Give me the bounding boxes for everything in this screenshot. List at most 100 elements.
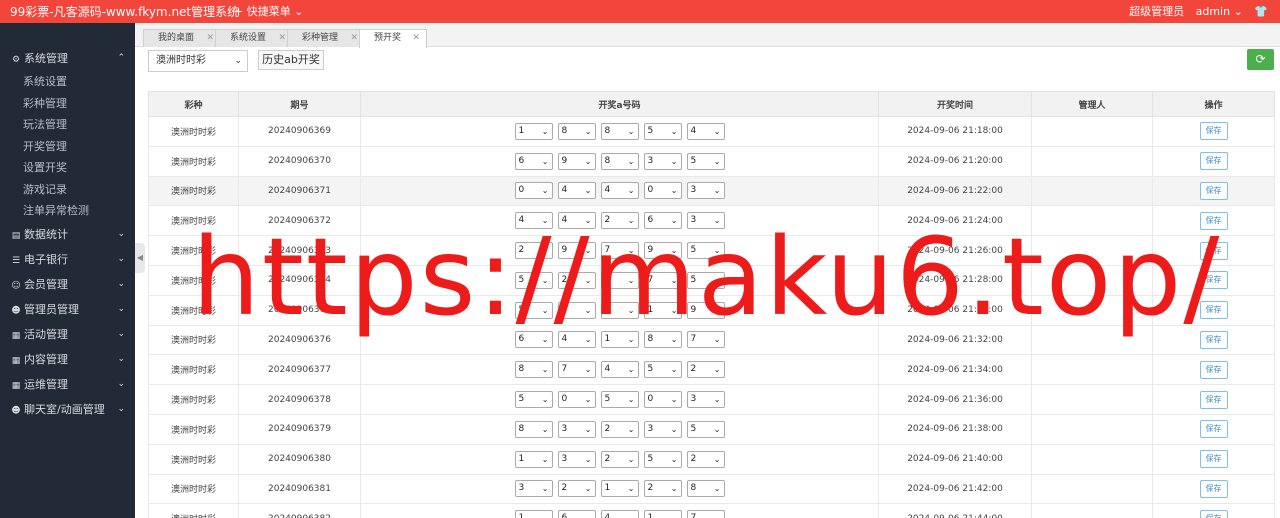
sidebar-group[interactable]: ☺ 会员管理 ⌄ bbox=[0, 272, 135, 297]
quick-menu-button[interactable]: + 快捷菜单 ⌄ bbox=[234, 3, 303, 19]
sidebar-group[interactable]: ▦ 活动管理 ⌄ bbox=[0, 322, 135, 347]
digit-select[interactable]: 2 ⌄ bbox=[557, 271, 596, 289]
digit-select[interactable]: 7⌄ bbox=[600, 271, 639, 289]
save-button[interactable]: 保存 bbox=[1199, 420, 1228, 439]
user-menu[interactable]: admin ⌄ bbox=[1196, 5, 1243, 18]
save-button[interactable]: 保存 bbox=[1199, 330, 1228, 349]
history-ab-draw-button[interactable]: 历史ab开奖 bbox=[258, 50, 324, 70]
tab-system-settings[interactable]: 系统设置 ✕ bbox=[215, 29, 293, 47]
digit-select[interactable]: 3 ⌄ bbox=[643, 420, 682, 438]
sidebar-group[interactable]: ☻ 管理员管理 ⌄ bbox=[0, 297, 135, 322]
digit-select[interactable]: 3 ⌄ bbox=[686, 391, 725, 409]
digit-select[interactable]: 0 ⌄ bbox=[643, 391, 682, 409]
digit-select[interactable]: 4⌄ bbox=[557, 182, 596, 200]
digit-select[interactable]: 5 ⌄ bbox=[643, 122, 682, 140]
digit-select[interactable]: 3 ⌄ bbox=[686, 182, 725, 200]
sidebar-subitem[interactable]: 游戏记录 bbox=[0, 179, 135, 201]
digit-select[interactable]: 8 ⌄ bbox=[557, 122, 596, 140]
digit-select[interactable]: 8 ⌄ bbox=[600, 152, 639, 170]
digit-select[interactable]: 8 ⌄ bbox=[514, 361, 553, 379]
digit-select[interactable]: 8 ⌄ bbox=[643, 331, 682, 349]
digit-select[interactable]: 1⌄ bbox=[600, 480, 639, 498]
digit-select[interactable]: 2 ⌄ bbox=[686, 361, 725, 379]
digit-select[interactable]: 1⌄ bbox=[643, 510, 682, 518]
save-button[interactable]: 保存 bbox=[1199, 360, 1228, 379]
digit-select[interactable]: 5 ⌄ bbox=[600, 391, 639, 409]
sidebar-group[interactable]: ▤ 数据统计 ⌄ bbox=[0, 222, 135, 247]
digit-select[interactable]: 5 ⌄ bbox=[514, 391, 553, 409]
digit-select[interactable]: 9 ⌄ bbox=[557, 152, 596, 170]
digit-select[interactable]: 2 ⌄ bbox=[600, 420, 639, 438]
digit-select[interactable]: 6⌄ bbox=[557, 510, 596, 518]
digit-select[interactable]: 2 ⌄ bbox=[600, 212, 639, 230]
sidebar-group-system[interactable]: ⚙ 系统管理 ⌃ bbox=[0, 46, 135, 71]
digit-select[interactable]: 2 ⌄ bbox=[514, 242, 553, 260]
sidebar-group[interactable]: ☰ 电子银行 ⌄ bbox=[0, 247, 135, 272]
tab-desktop[interactable]: 我的桌面 ✕ bbox=[143, 29, 221, 47]
save-button[interactable]: 保存 bbox=[1199, 509, 1228, 518]
digit-select[interactable]: 5 ⌄ bbox=[643, 361, 682, 379]
digit-select[interactable]: 7⌄ bbox=[600, 242, 639, 260]
save-button[interactable]: 保存 bbox=[1199, 152, 1228, 171]
save-button[interactable]: 保存 bbox=[1199, 271, 1228, 290]
digit-select[interactable]: 7⌄ bbox=[686, 331, 725, 349]
digit-select[interactable]: 5 ⌄ bbox=[514, 301, 553, 319]
digit-select[interactable]: 2 ⌄ bbox=[557, 480, 596, 498]
digit-select[interactable]: 9 ⌄ bbox=[557, 301, 596, 319]
digit-select[interactable]: 0 ⌄ bbox=[643, 182, 682, 200]
close-icon[interactable]: ✕ bbox=[278, 30, 286, 47]
tab-pre-draw[interactable]: 预开奖 ✕ bbox=[359, 29, 427, 48]
save-button[interactable]: 保存 bbox=[1199, 301, 1228, 320]
digit-select[interactable]: 3 ⌄ bbox=[557, 450, 596, 468]
digit-select[interactable]: 2 ⌄ bbox=[600, 450, 639, 468]
save-button[interactable]: 保存 bbox=[1199, 211, 1228, 230]
sidebar-group[interactable]: ▦ 内容管理 ⌄ bbox=[0, 347, 135, 372]
digit-select[interactable]: 1⌄ bbox=[643, 301, 682, 319]
save-button[interactable]: 保存 bbox=[1199, 450, 1228, 469]
close-icon[interactable]: ✕ bbox=[412, 30, 420, 47]
digit-select[interactable]: 2 ⌄ bbox=[686, 450, 725, 468]
digit-select[interactable]: 4⌄ bbox=[557, 331, 596, 349]
digit-select[interactable]: 7⌄ bbox=[643, 271, 682, 289]
save-button[interactable]: 保存 bbox=[1199, 181, 1228, 200]
digit-select[interactable]: 6⌄ bbox=[643, 212, 682, 230]
digit-select[interactable]: 1⌄ bbox=[514, 510, 553, 518]
digit-select[interactable]: 9 ⌄ bbox=[557, 242, 596, 260]
digit-select[interactable]: 1⌄ bbox=[600, 331, 639, 349]
digit-select[interactable]: 4⌄ bbox=[600, 182, 639, 200]
sidebar-subitem[interactable]: 玩法管理 bbox=[0, 114, 135, 136]
digit-select[interactable]: 3 ⌄ bbox=[643, 152, 682, 170]
sidebar-group[interactable]: ☻ 聊天室/动画管理 ⌄ bbox=[0, 397, 135, 422]
digit-select[interactable]: 5 ⌄ bbox=[686, 152, 725, 170]
sidebar-subitem[interactable]: 设置开奖 bbox=[0, 157, 135, 179]
digit-select[interactable]: 3 ⌄ bbox=[514, 480, 553, 498]
sidebar-collapse-handle[interactable]: ◀ bbox=[135, 243, 145, 273]
digit-select[interactable]: 8 ⌄ bbox=[600, 122, 639, 140]
close-icon[interactable]: ✕ bbox=[206, 30, 214, 47]
digit-select[interactable]: 1⌄ bbox=[514, 450, 553, 468]
digit-select[interactable]: 0 ⌄ bbox=[514, 182, 553, 200]
close-icon[interactable]: ✕ bbox=[350, 30, 358, 47]
sidebar-subitem[interactable]: 开奖管理 bbox=[0, 136, 135, 158]
refresh-button[interactable]: ⟳ bbox=[1247, 49, 1274, 70]
digit-select[interactable]: 7⌄ bbox=[557, 361, 596, 379]
digit-select[interactable]: 1⌄ bbox=[514, 122, 553, 140]
sidebar-subitem[interactable]: 注单异常检测 bbox=[0, 200, 135, 222]
save-button[interactable]: 保存 bbox=[1199, 122, 1228, 141]
digit-select[interactable]: 6⌄ bbox=[514, 331, 553, 349]
digit-select[interactable]: 0 ⌄ bbox=[557, 391, 596, 409]
digit-select[interactable]: 8 ⌄ bbox=[514, 420, 553, 438]
digit-select[interactable]: 4⌄ bbox=[600, 510, 639, 518]
sidebar-group[interactable]: ▦ 运维管理 ⌄ bbox=[0, 372, 135, 397]
digit-select[interactable]: 3 ⌄ bbox=[600, 301, 639, 319]
digit-select[interactable]: 3 ⌄ bbox=[557, 420, 596, 438]
sidebar-subitem[interactable]: 系统设置 bbox=[0, 71, 135, 93]
digit-select[interactable]: 5 ⌄ bbox=[643, 450, 682, 468]
digit-select[interactable]: 5 ⌄ bbox=[686, 420, 725, 438]
digit-select[interactable]: 7⌄ bbox=[686, 510, 725, 518]
save-button[interactable]: 保存 bbox=[1199, 241, 1228, 260]
digit-select[interactable]: 8 ⌄ bbox=[686, 480, 725, 498]
digit-select[interactable]: 5 ⌄ bbox=[514, 271, 553, 289]
digit-select[interactable]: 6⌄ bbox=[514, 152, 553, 170]
tab-lottery-manage[interactable]: 彩种管理 ✕ bbox=[287, 29, 365, 47]
